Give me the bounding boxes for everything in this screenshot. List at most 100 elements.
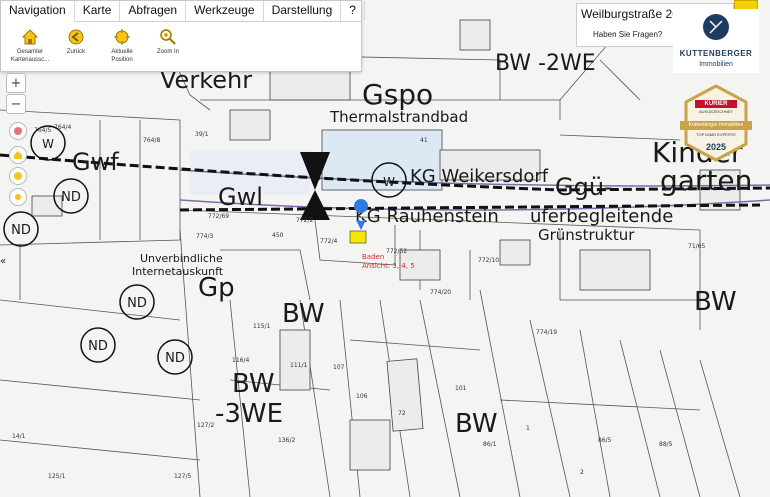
map-label-ggue: Ggü- [555, 173, 613, 201]
map-label-thermalstrandbad: Thermalstrandbad [329, 108, 468, 126]
map-label-bw: BW [232, 369, 275, 399]
menu-darstellung[interactable]: Darstellung [264, 1, 342, 21]
back-label: Zurück [66, 49, 86, 55]
map-label-unverbindliche: Unverbindliche [140, 252, 223, 265]
location-small-icon [15, 194, 21, 200]
map-label-gruenstruktur: Grünstruktur [538, 226, 635, 244]
home-nav-button[interactable] [9, 146, 27, 164]
badge-ribbon: Kuttenberger Immobilien [680, 121, 752, 130]
parcel-number: 764/8 [143, 137, 160, 144]
current-position-label: Aktuelle Position [111, 49, 133, 63]
parcel-number: 127/5 [174, 473, 191, 480]
home-small-icon [14, 151, 22, 159]
map-label-nd: ND [11, 223, 31, 238]
parcel-number: 106 [356, 393, 368, 400]
marker-label: Baden Ansicht: 3, 4, 5 [362, 253, 415, 271]
parcel-number: 115/1 [253, 323, 270, 330]
zoom-minus-button[interactable]: − [6, 94, 26, 114]
map-label-bw-3we: -3WE [215, 399, 283, 429]
parcel-number: 2 [580, 469, 584, 476]
parcel-number: 774/3 [196, 233, 213, 240]
map-label-gwl: Gwl [218, 183, 263, 211]
map-label-bw: BW [455, 409, 498, 439]
parcel-number: 107 [333, 364, 345, 371]
parcel-number: 764/5 [34, 127, 51, 134]
zoom-plus-button[interactable]: + [6, 73, 26, 93]
parcel-number: 772/2 [296, 217, 313, 224]
parcel-number: 774/19 [536, 329, 557, 336]
toolbar: Navigation Karte Abfragen Werkzeuge Dars… [0, 0, 365, 72]
award-badge: KURIER AUSGEZEICHNET Kuttenberger Immobi… [680, 84, 752, 162]
minus-icon: − [10, 96, 22, 112]
menu-werkzeuge[interactable]: Werkzeuge [186, 1, 264, 21]
map-label-w: W [42, 137, 54, 151]
logo-emblem-icon [703, 14, 729, 40]
badge-head: KURIER [695, 100, 737, 108]
back-small-icon [14, 172, 22, 180]
map-label-w: W [383, 175, 395, 189]
position-nav-button[interactable] [9, 188, 27, 206]
map-label-internetauskunft: Internetauskunft [132, 265, 224, 278]
layer-button[interactable] [9, 122, 27, 140]
parcel-number: 72 [398, 410, 406, 417]
parcel-number: 101 [455, 385, 467, 392]
company-logo[interactable]: KUTTENBERGER Immobilien [673, 9, 759, 73]
location-icon [114, 29, 130, 45]
map-label-kg-weikersdorf: KG Weikersdorf [410, 166, 549, 187]
contact-question-link[interactable]: Haben Sie Fragen? [593, 30, 662, 39]
badge-top: TOP IMMO EXPERTE [696, 132, 736, 137]
pin-number: 1 [358, 214, 363, 223]
parcel-number: 86/5 [598, 437, 612, 444]
parcel-number: 41 [420, 137, 428, 144]
back-nav-button[interactable] [9, 167, 27, 185]
parcel-number: 764/4 [54, 124, 71, 131]
parcel-number: 125/1 [48, 473, 65, 480]
map-label-bw: BW [282, 299, 325, 329]
map-label-gspo: Gspo [362, 78, 433, 111]
badge-year: 2025 [705, 142, 727, 152]
home-icon [21, 29, 39, 45]
layers-icon [14, 127, 22, 135]
map-label-uferbegleitende: uferbegleitende [530, 206, 673, 227]
plus-icon: + [10, 75, 22, 91]
map-label-kg-rauhenstein: KG Rauhenstein [355, 206, 499, 227]
parcel-number: 772/69 [208, 213, 229, 220]
full-extent-label: Gesamter Kartenaussc... [10, 49, 50, 63]
parcel-number: 88/5 [659, 441, 673, 448]
parcel-number: 127/2 [197, 422, 214, 429]
menu-navigation[interactable]: Navigation [1, 1, 75, 23]
menu-help[interactable]: ? [341, 1, 365, 21]
map-label-nd: ND [88, 339, 108, 354]
current-position-button[interactable]: Aktuelle Position [99, 28, 145, 64]
parcel-number: 136/2 [278, 437, 295, 444]
parcel-number: 450 [272, 232, 284, 239]
cadastral-map[interactable]: Verkehr GspoThermalstrandbadGwfGwlKG Weik… [0, 0, 770, 497]
badge-sub: AUSGEZEICHNET [698, 109, 733, 114]
map-label-bw-2we: BW -2WE [495, 51, 596, 76]
map-label-bw: BW [694, 287, 737, 317]
zoom-in-button[interactable]: Zoom In [145, 28, 191, 64]
back-arrow-icon [68, 29, 84, 45]
map-label-nd: ND [127, 296, 147, 311]
parcel-number: 1 [526, 425, 530, 432]
parcel-number: 772/10 [478, 257, 499, 264]
parcel-number: 111/1 [290, 362, 307, 369]
full-extent-button[interactable]: Gesamter Kartenaussc... [7, 28, 53, 64]
zoom-in-label: Zoom In [156, 49, 179, 55]
marker-label-line2: Ansicht: 3, 4, 5 [362, 262, 415, 270]
map-label-nd: ND [165, 351, 185, 366]
parcel-number: 71/65 [688, 243, 705, 250]
back-button[interactable]: Zurück [53, 28, 99, 64]
zoom-in-icon [160, 29, 176, 45]
menu-karte[interactable]: Karte [75, 1, 121, 21]
collapse-panel-icon[interactable]: « [0, 256, 10, 270]
parcel-number: 14/1 [12, 433, 26, 440]
marker-label-line1: Baden [362, 253, 385, 261]
marker-highlight [349, 230, 367, 244]
parcel-number: 774/20 [430, 289, 451, 296]
parcel-number: 116/4 [232, 357, 249, 364]
menu-abfragen[interactable]: Abfragen [120, 1, 187, 21]
logo-sub: Immobilien [699, 61, 733, 68]
logo-brand: KUTTENBERGER [679, 49, 753, 58]
menu-bar: Navigation Karte Abfragen Werkzeuge Dars… [1, 1, 365, 23]
